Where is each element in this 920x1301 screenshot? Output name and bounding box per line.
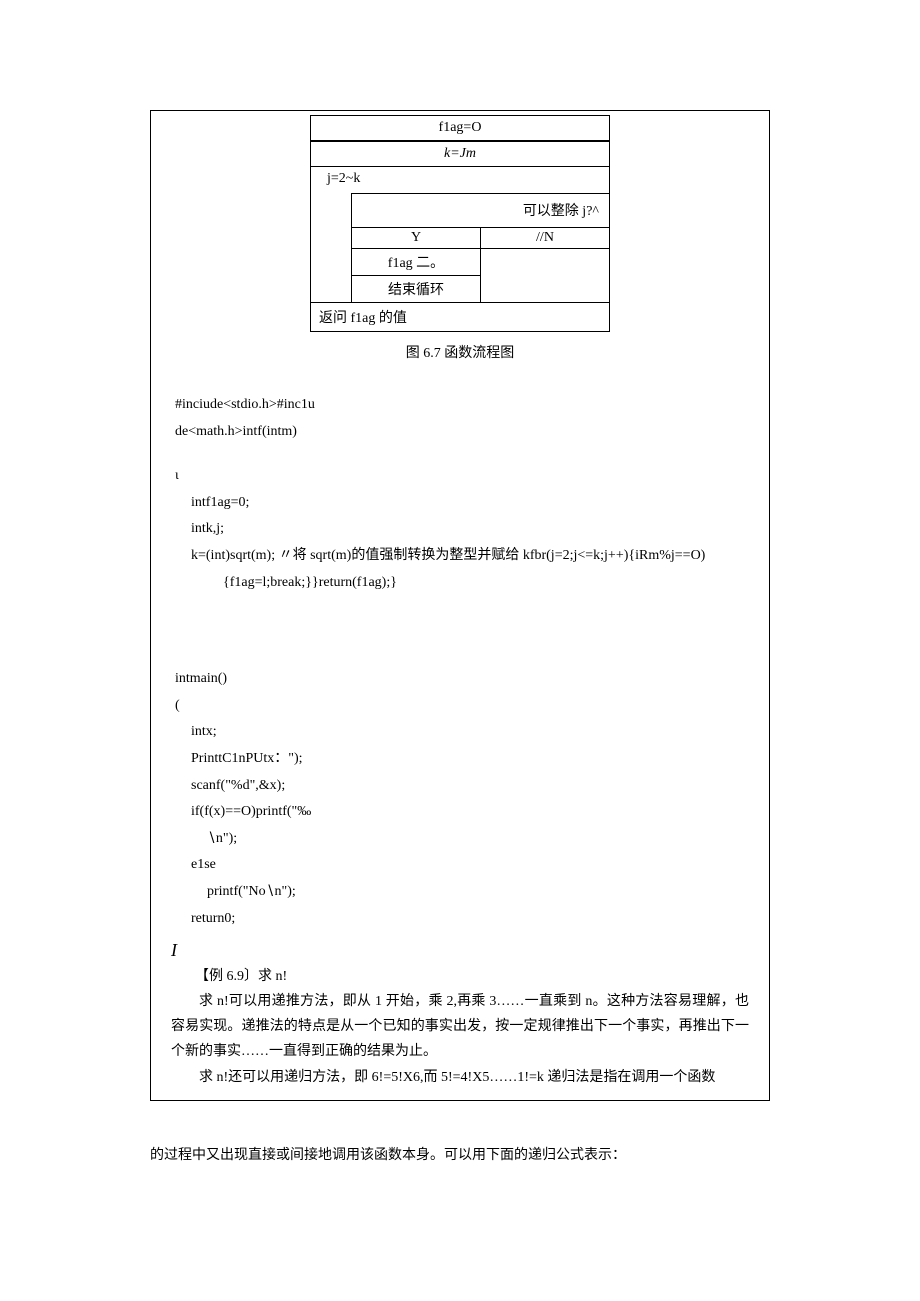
fc-branches: f1ag 二。 结束循环 bbox=[352, 249, 609, 302]
fc-loop-body: 可以整除 j?^ Y //N f1ag 二。 结束循环 bbox=[351, 193, 609, 302]
code-line: ∖n"); bbox=[175, 826, 769, 853]
code-line: intx; bbox=[175, 719, 769, 746]
code-line: if(f(x)==O)printf("‰ bbox=[175, 799, 769, 826]
fc-flag-set: f1ag 二。 bbox=[352, 249, 480, 276]
code-block-1: #inciude<stdio.h>#inc1u de<math.h>intf(i… bbox=[151, 392, 769, 596]
fc-loop-head: j=2~k bbox=[311, 171, 609, 193]
code-line: {f1ag=l;break;}}return(f1ag);} bbox=[175, 570, 769, 597]
fc-condition: 可以整除 j?^ bbox=[352, 194, 609, 228]
code-line: intk,j; bbox=[175, 516, 769, 543]
footer-paragraph: 的过程中又出现直接或间接地调用该函数本身。可以用下面的递归公式表示： bbox=[0, 1141, 920, 1208]
fc-break: 结束循环 bbox=[352, 276, 480, 302]
code-line: PrinttC1nPUtx："); bbox=[175, 746, 769, 773]
italic-i: I bbox=[151, 940, 769, 961]
document-content: f1ag=O k=Jm j=2~k 可以整除 j?^ Y //N f1ag 二。 bbox=[151, 111, 769, 1100]
code-line: k=(int)sqrt(m); 〃将 sqrt(m)的值强制转换为整型并赋给 k… bbox=[175, 543, 769, 570]
example-heading: 【例 6.9〕求 n! bbox=[151, 965, 769, 985]
code-line: printf("No∖n"); bbox=[175, 879, 769, 906]
code-line: intf1ag=0; bbox=[175, 490, 769, 517]
fc-loop: j=2~k 可以整除 j?^ Y //N f1ag 二。 结束循环 bbox=[310, 167, 610, 303]
code-line: de<math.h>intf(intm) bbox=[175, 419, 769, 446]
code-line: #inciude<stdio.h>#inc1u bbox=[175, 392, 769, 419]
code-line: return0; bbox=[175, 906, 769, 933]
fc-flag-init: f1ag=O bbox=[310, 115, 610, 141]
para-text: 求 n!可以用递推方法，即从 1 开始，乘 2,再乘 3……一直乘到 n。这种方… bbox=[171, 989, 749, 1065]
figure-caption: 图 6.7 函数流程图 bbox=[151, 342, 769, 362]
code-line: ι bbox=[175, 463, 769, 490]
fc-k-assign: k=Jm bbox=[310, 141, 610, 167]
paragraph-1: 求 n!可以用递推方法，即从 1 开始，乘 2,再乘 3……一直乘到 n。这种方… bbox=[151, 985, 769, 1065]
document-frame: f1ag=O k=Jm j=2~k 可以整除 j?^ Y //N f1ag 二。 bbox=[150, 110, 770, 1101]
fc-yes-label: Y bbox=[352, 228, 481, 248]
code-line: intmain() bbox=[175, 666, 769, 693]
fc-no-branch bbox=[481, 249, 609, 302]
fc-branch-labels: Y //N bbox=[352, 228, 609, 249]
flowchart: f1ag=O k=Jm j=2~k 可以整除 j?^ Y //N f1ag 二。 bbox=[310, 111, 610, 332]
paragraph-2-cut: 求 n!还可以用递归方法，即 6!=5!X6,而 5!=4!X5……1!=k 递… bbox=[151, 1065, 769, 1090]
para-text: 求 n!还可以用递归方法，即 6!=5!X6,而 5!=4!X5……1!=k 递… bbox=[171, 1065, 749, 1090]
fc-no-label: //N bbox=[481, 228, 609, 248]
fc-yes-branch: f1ag 二。 结束循环 bbox=[352, 249, 481, 302]
fc-return: 返问 f1ag 的值 bbox=[310, 303, 610, 332]
code-line: e1se bbox=[175, 852, 769, 879]
code-line: ( bbox=[175, 693, 769, 720]
code-line: scanf("%d",&x); bbox=[175, 773, 769, 800]
code-block-2: intmain() ( intx; PrinttC1nPUtx："); scan… bbox=[151, 666, 769, 932]
